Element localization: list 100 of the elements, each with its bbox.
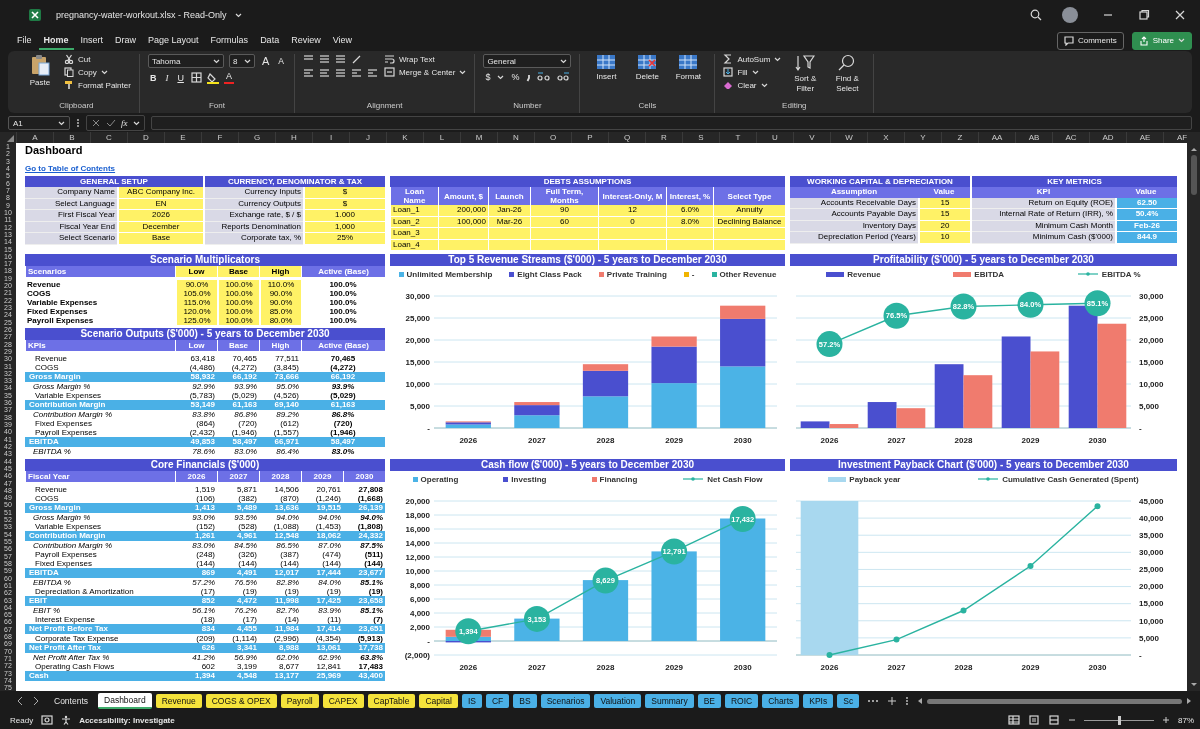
cancel-icon[interactable] [91,118,101,128]
delete-cells-button[interactable]: Delete [629,54,666,82]
zoom-slider-thumb[interactable] [1118,715,1121,725]
table-cell-text: 70,465 [329,354,357,363]
bold-button[interactable]: B [147,71,159,84]
column-header: Interest, % [666,187,713,205]
paste-button[interactable]: Paste [22,54,58,88]
previous-sheet-icon[interactable] [16,696,24,706]
add-sheet-icon[interactable] [887,696,898,706]
font-name-field[interactable]: Tahoma [147,54,224,68]
sheet-tab[interactable]: ROIC [725,694,759,708]
percent-button[interactable]: % [509,71,522,83]
format-painter-button[interactable]: Format Painter [64,80,131,90]
wrap-text-button[interactable]: Wrap Text [383,54,467,64]
sheet-tab[interactable]: Capital [419,694,458,708]
align-bottom-icon[interactable] [334,54,346,65]
avatar-icon[interactable] [1062,7,1078,23]
menu-tab[interactable]: Insert [75,31,109,50]
increase-font-size-button[interactable]: A [259,54,272,68]
sheet-tab[interactable]: CF [485,694,510,708]
fill-button[interactable]: Fill [723,67,782,77]
merge-center-button[interactable]: Merge & Center [383,67,467,77]
align-right-icon[interactable] [334,68,346,79]
number-format-field[interactable]: General [483,54,572,68]
accessibility-status[interactable]: Accessibility: Investigate [79,715,175,725]
menu-tab[interactable]: Review [286,31,326,50]
decrease-indent-icon[interactable] [350,68,362,79]
sheet-tab[interactable]: CAPEX [322,694,364,708]
fill-color-icon[interactable] [206,71,219,84]
comma-style-icon[interactable] [526,72,533,82]
sheet-tab[interactable]: IS [461,694,482,708]
horizontal-scrollbar[interactable] [917,696,1192,706]
sheet-tab[interactable]: Scenarios [540,694,591,708]
comments-button[interactable]: Comments [1056,31,1124,50]
menu-tab[interactable]: Formulas [205,31,254,50]
autosum-button[interactable]: AutoSum [723,54,782,64]
sheet-tab[interactable]: Revenue [155,694,202,708]
sheet-tab[interactable]: Dashboard [98,693,152,709]
name-box[interactable]: A1 [8,116,70,130]
menu-tab[interactable]: Draw [110,31,142,50]
clear-button[interactable]: Clear [723,80,782,90]
sheet-tab[interactable]: COGS & OPEX [205,694,277,708]
more-sheets-icon[interactable] [867,698,880,704]
page-layout-view-icon[interactable] [1028,715,1040,725]
checkmark-icon[interactable] [106,118,116,128]
page-break-view-icon[interactable] [1048,715,1060,725]
format-cells-button[interactable]: Format [670,54,707,82]
align-middle-icon[interactable] [318,54,330,65]
zoom-in-icon[interactable] [1162,716,1170,724]
menu-tab[interactable]: Home [38,31,74,50]
increase-decimal-icon[interactable] [537,72,552,82]
table-of-contents-link[interactable]: Go to Table of Contents [25,164,116,174]
zoom-out-icon[interactable] [1068,716,1076,724]
vertical-dots-icon[interactable] [905,696,910,706]
normal-view-icon[interactable] [1008,715,1020,725]
next-sheet-icon[interactable] [32,696,40,706]
font-color-button[interactable]: A [223,71,234,84]
restore-icon[interactable] [1138,9,1150,21]
share-button[interactable]: Share [1131,31,1192,50]
sheet-tab[interactable]: BE [697,694,721,708]
find-select-button[interactable]: Find & Select [829,54,866,94]
axis-label: - [427,423,430,433]
cut-button[interactable]: Cut [64,54,131,64]
scroll-thumb[interactable] [1190,155,1197,195]
underline-button[interactable]: U [175,71,186,84]
vertical-scrollbar[interactable] [1187,143,1200,691]
close-icon[interactable] [1174,9,1186,21]
search-icon[interactable] [1030,9,1042,21]
insert-function-button[interactable]: fx [121,118,128,128]
sort-filter-button[interactable]: Sort & Filter [787,54,824,94]
sheet-tab[interactable]: Valuation [594,694,642,708]
increase-indent-icon[interactable] [366,68,378,79]
sheet-tab[interactable]: BS [513,694,537,708]
decrease-decimal-icon[interactable] [556,72,571,82]
font-size-field[interactable]: 8 [228,54,255,68]
sheet-tab[interactable]: KPIs [803,694,834,708]
sheet-tab[interactable]: Charts [762,694,800,708]
menu-tab[interactable]: Data [255,31,285,50]
sheet-tab[interactable]: Summary [645,694,694,708]
borders-icon[interactable] [190,72,202,83]
menu-tab[interactable]: View [327,31,357,50]
table-cell-text: 77,511 [274,354,300,363]
table-cell-text: Net Profit After Tax % [32,653,111,662]
sheet-tab[interactable]: Payroll [280,694,319,708]
insert-cells-button[interactable]: Insert [588,54,625,82]
align-left-icon[interactable] [302,68,314,79]
scroll-thumb[interactable] [927,698,1182,704]
formula-input[interactable] [150,116,1192,130]
sheet-tab[interactable]: Sc [837,694,860,708]
align-center-icon[interactable] [318,68,330,79]
menu-tab[interactable]: Page Layout [143,31,204,50]
copy-button[interactable]: Copy [64,67,131,77]
sheet-tab[interactable]: CapTable [367,694,416,708]
table-cell: Jan-26 [488,205,530,217]
sheet-tab[interactable]: Contents [48,694,95,708]
currency-button[interactable]: $ [483,71,493,83]
menu-tab[interactable]: File [12,31,37,50]
decrease-font-size-button[interactable]: A [276,55,286,67]
text-orientation-icon[interactable] [350,54,363,65]
italic-button[interactable]: I [163,71,171,84]
